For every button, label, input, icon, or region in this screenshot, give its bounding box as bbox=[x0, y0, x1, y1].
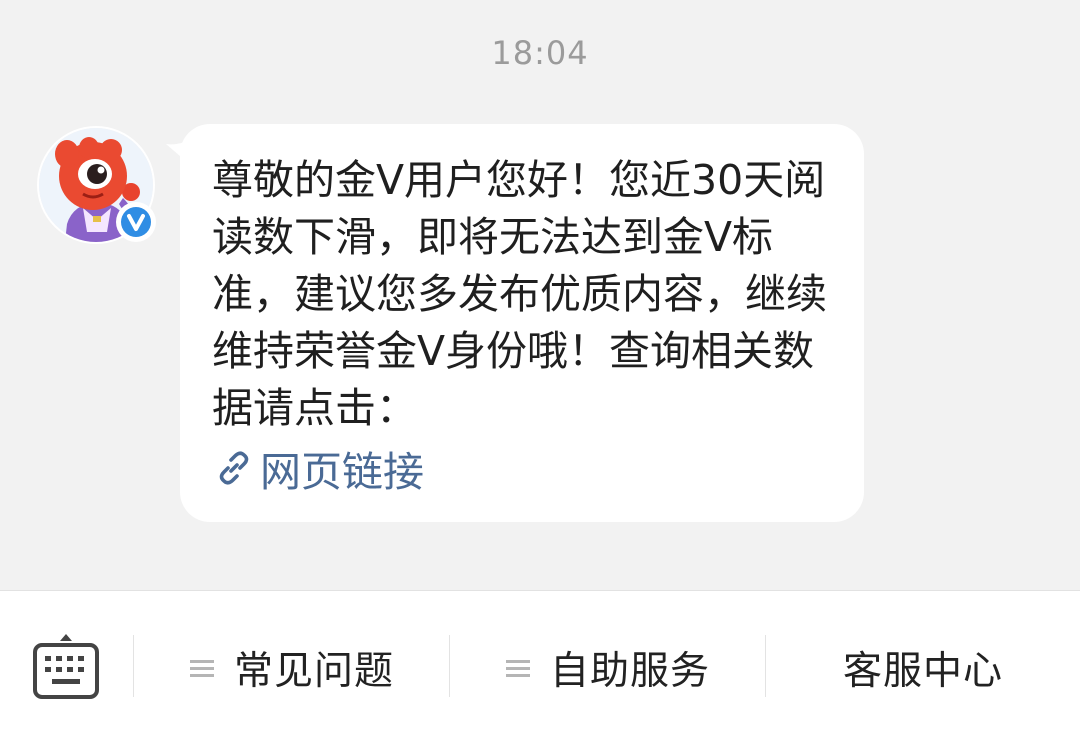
menu-lines-icon bbox=[189, 660, 214, 677]
verified-badge bbox=[116, 202, 156, 242]
web-link[interactable]: 网页链接 bbox=[214, 440, 424, 496]
keyboard-icon bbox=[33, 634, 99, 699]
menu-self-service-button[interactable]: 自助服务 bbox=[450, 631, 766, 705]
menu-customer-service-button[interactable]: 客服中心 bbox=[766, 631, 1080, 705]
menu-faq-button[interactable]: 常见问题 bbox=[134, 631, 450, 705]
chat-area: 18:04 尊敬的金V用户您好！您近30天阅读数下滑，即将无法达到金V标准，建议… bbox=[0, 0, 1080, 590]
menu-customer-service-label: 客服中心 bbox=[842, 649, 1003, 694]
link-icon bbox=[219, 451, 249, 485]
menu-self-service-label: 自助服务 bbox=[549, 649, 710, 694]
verified-v-icon bbox=[121, 207, 151, 237]
menu-lines-icon bbox=[505, 660, 530, 677]
bottom-menu-bar: 常见问题 自助服务 客服中心 bbox=[0, 590, 1080, 741]
keyboard-toggle-button[interactable] bbox=[30, 631, 102, 705]
message-timestamp: 18:04 bbox=[491, 34, 589, 72]
web-link-label: 网页链接 bbox=[260, 448, 424, 496]
message-text: 尊敬的金V用户您好！您近30天阅读数下滑，即将无法达到金V标准，建议您多发布优质… bbox=[212, 156, 827, 432]
menu-faq-label: 常见问题 bbox=[233, 649, 394, 694]
